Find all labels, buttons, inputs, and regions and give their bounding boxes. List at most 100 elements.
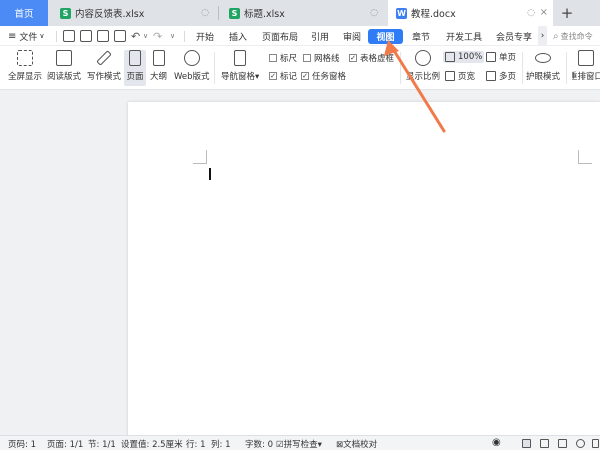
fullscreen-button[interactable]: 全屏显示 <box>8 50 42 82</box>
single-page-button[interactable]: 单页 <box>486 51 516 63</box>
navigation-pane-label: 导航窗格▾ <box>221 72 260 82</box>
reading-layout-label: 阅读版式 <box>47 72 82 82</box>
zoom-label: 显示比例 <box>406 72 441 82</box>
tab-document[interactable]: S 内容反馈表.xlsx ◌ <box>52 0 217 26</box>
chevron-down-icon[interactable]: ∨ <box>170 26 175 46</box>
gridlines-checkbox[interactable]: 网格线 <box>303 52 340 64</box>
multi-page-button[interactable]: 多页 <box>486 70 516 82</box>
page-view-icon[interactable] <box>522 439 531 448</box>
multi-page-label: 多页 <box>499 72 517 82</box>
multi-page-icon <box>486 71 496 81</box>
more-menus-button[interactable]: › <box>538 26 547 46</box>
reading-layout-button[interactable]: 阅读版式 <box>47 50 81 82</box>
navigation-pane-button[interactable]: 导航窗格▾ <box>221 50 259 82</box>
outline-icon <box>152 50 165 66</box>
document-page[interactable] <box>128 102 600 435</box>
tab-document[interactable]: S 标题.xlsx ◌ <box>221 0 386 26</box>
menu-insert[interactable]: 插入 <box>229 26 247 46</box>
menu-start[interactable]: 开始 <box>196 26 214 46</box>
spreadsheet-icon: S <box>60 7 71 19</box>
task-pane-label: 任务窗格 <box>312 72 347 82</box>
outline-label: 大纲 <box>150 72 168 82</box>
section-indicator[interactable]: 节: 1/1 <box>88 438 116 450</box>
margin-setting[interactable]: 设置值: 2.5厘米 <box>121 438 183 450</box>
menu-page-layout[interactable]: 页面布局 <box>262 26 298 46</box>
ruler-checkbox[interactable]: 标尺 <box>269 52 297 64</box>
divider <box>522 52 523 84</box>
checkbox-icon: ☑ <box>276 440 284 450</box>
menu-references[interactable]: 引用 <box>311 26 329 46</box>
view-ribbon: 全屏显示 阅读版式 写作模式 页面 大纲 Web版式 导航窗格▾ 标尺 网格线 … <box>0 46 600 90</box>
book-icon <box>56 50 72 66</box>
page-width-icon <box>445 71 455 81</box>
divider <box>566 52 567 84</box>
margin-corner-mark <box>193 150 207 164</box>
eye-protection-icon[interactable]: ◉ <box>492 437 501 448</box>
outline-button[interactable]: 大纲 <box>150 50 167 82</box>
eye-protection-button[interactable]: 护眼模式 <box>526 50 560 82</box>
cloud-icon: ◌ <box>201 8 209 18</box>
checkbox-box <box>303 54 311 62</box>
save-icon[interactable] <box>63 30 75 42</box>
column-indicator: 列: 1 <box>211 440 231 450</box>
chevron-down-icon[interactable]: ∨ <box>143 26 148 46</box>
file-menu-label: 文件 <box>19 32 38 43</box>
markup-checkbox[interactable]: ✓ 标记 <box>269 70 297 82</box>
web-view-icon[interactable] <box>576 439 585 448</box>
undo-icon[interactable]: ↶ <box>131 26 140 46</box>
single-page-icon <box>486 52 496 62</box>
outline-view-icon[interactable] <box>540 439 549 448</box>
menu-developer[interactable]: 开发工具 <box>446 26 482 46</box>
checkbox-box: ✓ <box>269 72 277 80</box>
eye-protection-label: 护眼模式 <box>526 72 561 82</box>
spreadsheet-icon: S <box>229 7 240 19</box>
checkbox-box <box>269 54 277 62</box>
menu-review[interactable]: 审阅 <box>343 26 361 46</box>
new-tab-button[interactable]: + <box>557 2 577 24</box>
page-number[interactable]: 页码: 1 <box>8 438 36 450</box>
tab-title: 标题.xlsx <box>244 9 285 20</box>
page-view-button[interactable]: 页面 <box>124 50 146 86</box>
zoom-button[interactable]: 显示比例 <box>406 50 440 82</box>
cloud-icon: ◌ <box>527 8 535 18</box>
fullscreen-label: 全屏显示 <box>8 72 43 82</box>
menu-member[interactable]: 会员专享 <box>496 26 532 46</box>
word-count[interactable]: 字数: 0 <box>245 438 273 450</box>
spell-check-label: 拼写检查 <box>283 440 318 450</box>
zoom-icon <box>415 50 431 66</box>
text-cursor <box>209 168 211 180</box>
table-gridlines-label: 表格虚框 <box>360 54 395 64</box>
task-pane-checkbox[interactable]: ✓ 任务窗格 <box>301 70 346 82</box>
page-icon <box>129 50 141 66</box>
writing-view-icon[interactable] <box>592 439 599 448</box>
markup-label: 标记 <box>280 72 298 82</box>
spell-check-button[interactable]: ☑拼写检查▾ <box>276 438 322 450</box>
page-width-label: 页宽 <box>458 72 476 82</box>
proofreading-button[interactable]: ⊠文档校对 <box>336 438 377 450</box>
writing-mode-label: 写作模式 <box>87 72 122 82</box>
search-input[interactable]: ⌕ 查找命令 <box>553 29 600 43</box>
page-count[interactable]: 页面: 1/1 <box>47 438 83 450</box>
tab-document-active[interactable]: W 教程.docx ◌ × <box>388 0 553 26</box>
menu-chapter[interactable]: 章节 <box>412 26 430 46</box>
tab-home[interactable]: 首页 <box>0 0 48 26</box>
file-menu[interactable]: ≡ 文件 ∨ <box>8 26 45 46</box>
export-pdf-icon[interactable] <box>80 30 92 42</box>
menu-view[interactable]: 视图 <box>368 29 403 44</box>
writing-mode-button[interactable]: 写作模式 <box>87 50 121 82</box>
hamburger-icon: ≡ <box>8 30 17 42</box>
close-icon[interactable]: × <box>540 7 548 18</box>
ruler-label: 标尺 <box>280 54 298 64</box>
actual-size-icon <box>445 52 455 62</box>
zoom-100-button[interactable]: 100% <box>443 51 485 63</box>
page-width-button[interactable]: 页宽 <box>445 70 475 82</box>
redo-icon[interactable]: ↷ <box>153 26 162 46</box>
print-icon[interactable] <box>97 30 109 42</box>
table-gridlines-checkbox[interactable]: ✓ 表格虚框 <box>349 52 394 64</box>
reading-view-icon[interactable] <box>558 439 567 448</box>
divider <box>56 31 57 42</box>
rearrange-windows-button[interactable]: 重排窗口 <box>572 50 600 82</box>
divider <box>214 52 215 84</box>
print-preview-icon[interactable] <box>114 30 126 42</box>
web-layout-button[interactable]: Web版式 <box>174 50 210 82</box>
